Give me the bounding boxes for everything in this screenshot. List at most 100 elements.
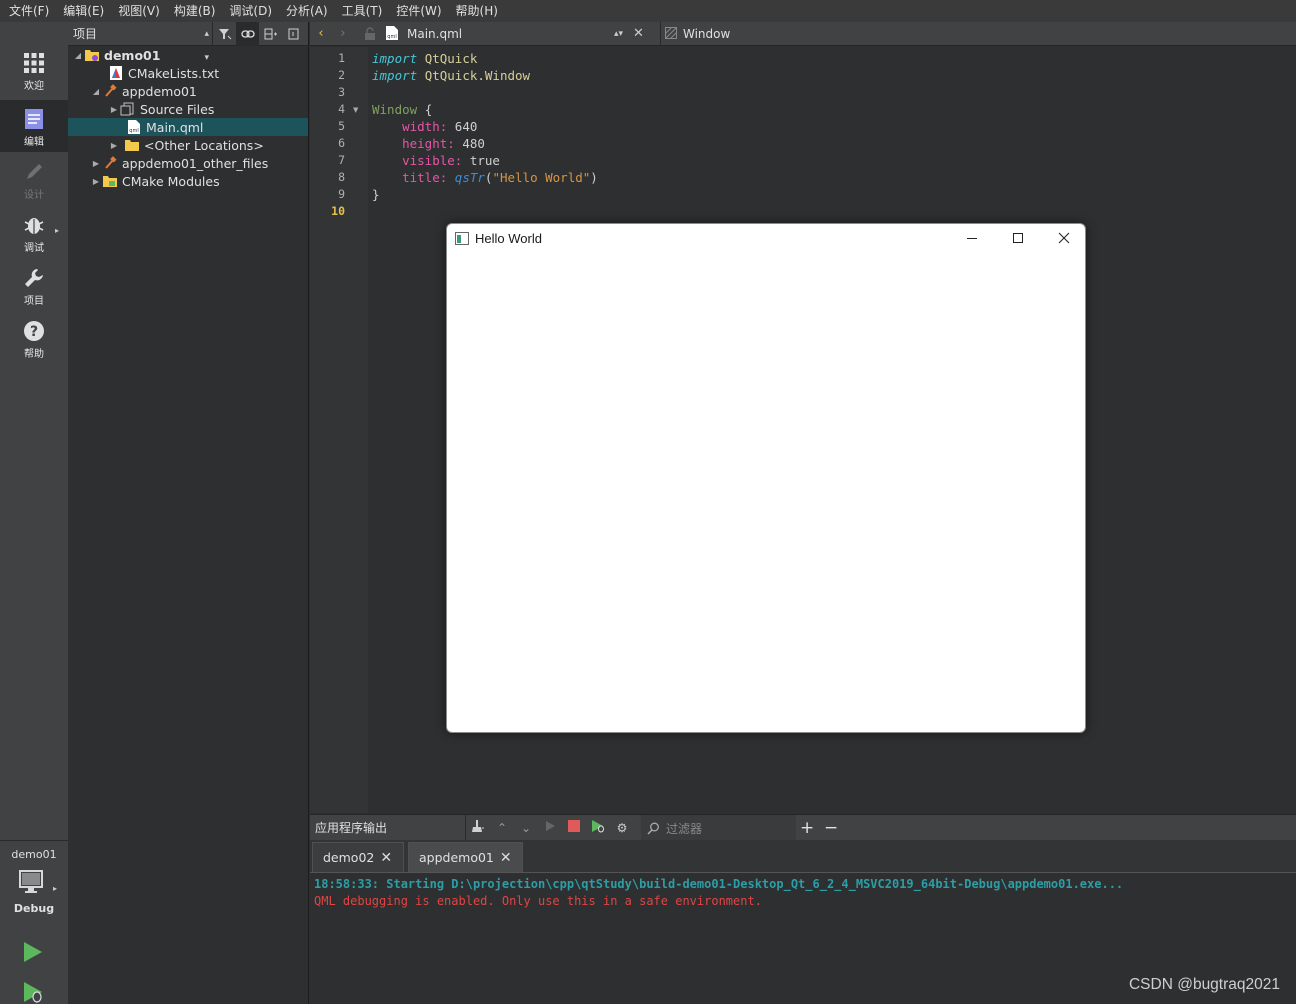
debug-run-button[interactable] — [21, 980, 45, 1004]
project-folder-icon — [84, 47, 100, 63]
cmake-file-icon — [108, 65, 124, 81]
tree-item-other-locations[interactable]: ▶ <Other Locations> — [68, 136, 308, 154]
mode-debug[interactable]: 调试 ▸ — [0, 206, 68, 258]
maximize-button[interactable] — [995, 224, 1041, 252]
minus-icon[interactable]: − — [824, 818, 838, 838]
previous-item-icon[interactable]: ⌃ — [490, 821, 514, 835]
menu-file[interactable]: 文件(F) — [2, 0, 56, 22]
filter-button[interactable] — [213, 22, 236, 46]
fold-marker-icon[interactable]: ▼ — [353, 106, 358, 114]
tree-label: <Other Locations> — [144, 137, 264, 153]
next-item-icon[interactable]: ⌄ — [514, 821, 538, 835]
hammer-icon — [102, 83, 118, 99]
run-icon — [24, 942, 42, 962]
tree-item-other-files[interactable]: ▶ appdemo01_other_files — [68, 154, 308, 172]
split-button[interactable] — [259, 22, 282, 46]
nav-forward-icon[interactable]: › — [332, 26, 354, 41]
mode-welcome[interactable]: 欢迎 — [0, 44, 68, 96]
line-number-gutter: 1 2 3 4 ▼ 5 6 7 8 9 10 — [310, 47, 368, 813]
kit-selector[interactable] — [18, 868, 46, 899]
output-line-start: 18:58:33: Starting D:\projection\cpp\qtS… — [314, 877, 1124, 891]
settings-gear-icon[interactable]: ⚙ — [610, 821, 634, 835]
minimize-button[interactable] — [949, 224, 995, 252]
app-window-icon — [455, 231, 469, 245]
tree-item-cmake-modules[interactable]: ▶ CMake Modules — [68, 172, 308, 190]
code-line-9: } — [372, 186, 380, 203]
close-tab-icon[interactable]: ✕ — [380, 850, 392, 866]
project-view-label: 项目 — [73, 26, 98, 41]
menu-edit[interactable]: 编辑(E) — [56, 0, 111, 22]
menu-tools[interactable]: 工具(T) — [335, 0, 390, 22]
symbol-combo[interactable]: Window — [660, 22, 730, 46]
stop-button[interactable] — [562, 820, 586, 835]
module-name: QtQuick.Window — [424, 68, 531, 83]
line-number: 9 — [338, 187, 345, 201]
mode-design[interactable]: 设计 — [0, 153, 68, 205]
project-view-combo[interactable]: 项目 ▴ ▾ — [68, 21, 213, 63]
menu-help[interactable]: 帮助(H) — [449, 0, 505, 22]
tree-label: CMake Modules — [122, 173, 220, 189]
project-toolbar: 项目 ▴ ▾ — [68, 21, 308, 63]
menu-build[interactable]: 构建(B) — [167, 0, 223, 22]
grid-icon — [24, 53, 44, 73]
folder-icon — [124, 137, 140, 153]
string-literal: "Hello World" — [492, 170, 591, 185]
pencil-icon — [27, 164, 42, 179]
hello-world-window[interactable]: Hello World — [446, 223, 1086, 733]
output-filter-input[interactable]: 过滤器 — [641, 815, 796, 841]
paren: ) — [590, 170, 598, 185]
mode-projects-label: 项目 — [24, 296, 44, 307]
menu-debug[interactable]: 调试(D) — [222, 0, 279, 22]
code-line-1: import QtQuick — [372, 50, 477, 67]
collapsed-arrow-icon: ▶ — [92, 176, 100, 186]
tree-label: appdemo01_other_files — [122, 155, 269, 171]
menu-analyze[interactable]: 分析(A) — [279, 0, 335, 22]
output-tab-appdemo01[interactable]: appdemo01 ✕ — [408, 842, 523, 872]
stop-icon — [568, 820, 580, 832]
line-number: 7 — [338, 153, 345, 167]
wrench-icon — [25, 269, 43, 287]
close-panel-icon — [288, 28, 298, 39]
line-number: 8 — [338, 170, 345, 184]
tree-item-cmakelists[interactable]: CMakeLists.txt — [68, 64, 308, 82]
add-icon[interactable]: + — [800, 818, 814, 838]
mode-design-label: 设计 — [24, 190, 44, 201]
function-name: qsTr — [454, 170, 485, 185]
keyword: import — [372, 68, 418, 83]
tree-item-demo01[interactable]: ◢ demo01 — [68, 46, 308, 64]
nav-back-icon[interactable]: ‹ — [310, 26, 332, 41]
mode-edit[interactable]: 编辑 — [0, 100, 68, 152]
run-button[interactable] — [21, 940, 45, 967]
project-panel: 项目 ▴ ▾ ◢ demo01 CMakeLists.txt ◢ appdemo… — [68, 21, 309, 1004]
open-file-combo[interactable]: qml Main.qml ▴▾ — [385, 22, 625, 46]
clear-output-button[interactable] — [466, 819, 490, 836]
expanded-arrow-icon: ◢ — [74, 50, 82, 60]
close-tab-icon[interactable]: ✕ — [500, 850, 512, 866]
tree-item-source-files[interactable]: ▶ Source Files — [68, 100, 308, 118]
rerun-button[interactable] — [538, 820, 562, 835]
attach-debugger-button[interactable] — [586, 819, 610, 836]
type-name: Window — [372, 102, 418, 117]
output-tab-demo02[interactable]: demo02 ✕ — [312, 842, 404, 872]
svg-text:?: ? — [30, 324, 38, 340]
sidebar-divider — [0, 840, 68, 841]
output-toolbar: 应用程序输出 ⌃ ⌄ ⚙ 过滤器 + − — [310, 814, 1296, 841]
code-line-5: width: 640 — [372, 118, 477, 135]
menu-controls[interactable]: 控件(W) — [389, 0, 448, 22]
mode-help[interactable]: ? 帮助 — [0, 312, 68, 364]
expand-arrow-icon: ▸ — [54, 226, 59, 235]
mode-welcome-label: 欢迎 — [24, 81, 44, 92]
app-titlebar[interactable]: Hello World — [447, 224, 1085, 252]
sync-link-button[interactable] — [236, 21, 259, 46]
tree-label: demo01 — [104, 47, 161, 63]
close-button[interactable] — [1041, 224, 1085, 252]
mode-projects[interactable]: 项目 — [0, 259, 68, 311]
source-folder-icon — [120, 101, 136, 117]
line-number: 2 — [338, 68, 345, 82]
close-sidebar-button[interactable] — [282, 22, 305, 46]
tree-item-main-qml[interactable]: qml Main.qml — [68, 118, 308, 136]
close-document-icon[interactable]: ✕ — [633, 22, 644, 46]
tree-item-appdemo01[interactable]: ◢ appdemo01 — [68, 82, 308, 100]
maximize-icon — [1013, 233, 1023, 243]
menu-view[interactable]: 视图(V) — [111, 0, 167, 22]
